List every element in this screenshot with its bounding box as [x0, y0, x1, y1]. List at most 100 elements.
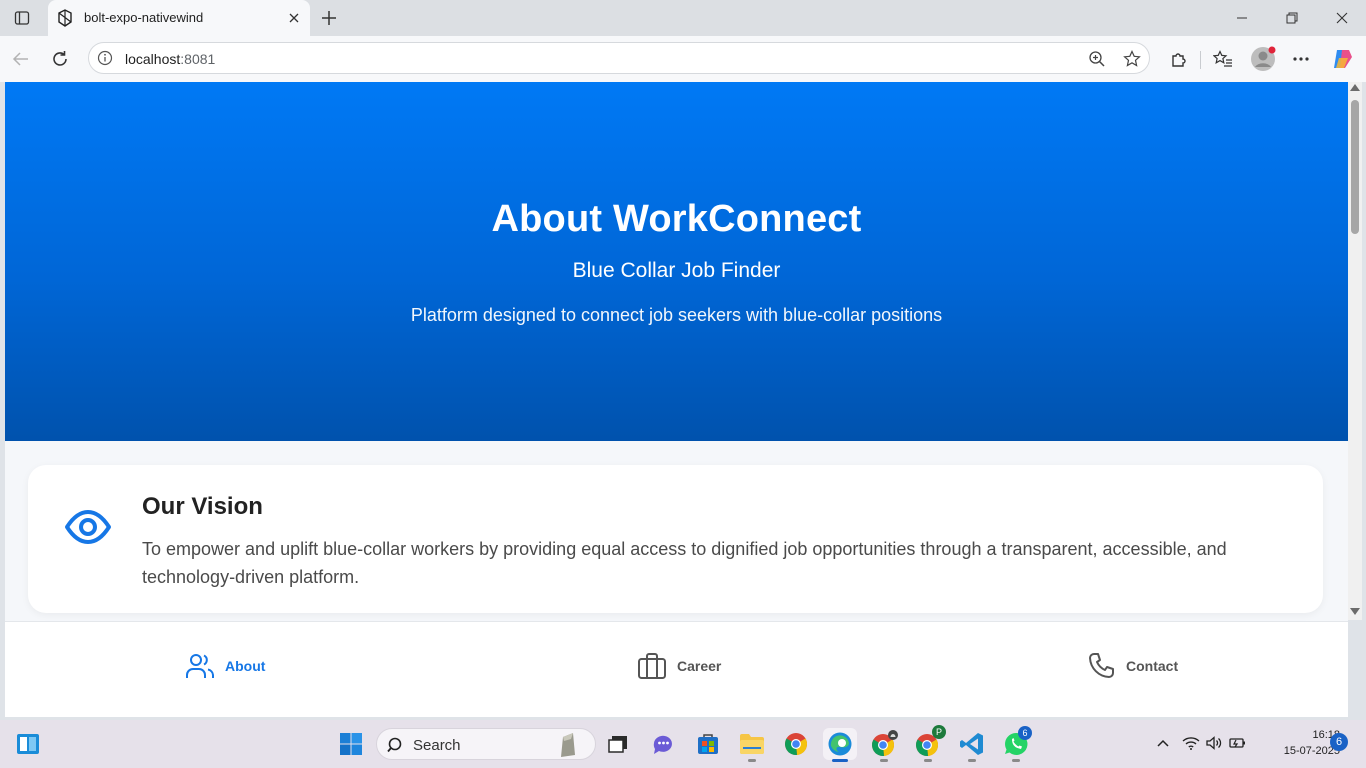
hero-subtitle: Blue Collar Job Finder	[572, 259, 781, 282]
chevron-up-icon	[1157, 739, 1169, 747]
wifi-icon	[1182, 737, 1200, 750]
avatar	[1251, 46, 1276, 71]
more-menu-button[interactable]	[1287, 45, 1315, 73]
file-explorer-button[interactable]	[736, 728, 768, 760]
page-scrollbar[interactable]	[1348, 82, 1362, 620]
favorite-star-icon[interactable]	[1121, 48, 1143, 70]
store-button[interactable]	[692, 728, 724, 760]
tab-career-label: Career	[677, 658, 722, 674]
eye-icon	[64, 503, 112, 551]
favorites-list-icon	[1213, 50, 1232, 67]
restore-icon	[1286, 12, 1298, 24]
tab-career[interactable]: Career	[637, 650, 721, 682]
browser-tab[interactable]: bolt-expo-nativewind	[48, 0, 310, 37]
running-indicator	[1012, 759, 1020, 762]
minimize-icon	[1237, 17, 1247, 19]
address-bar[interactable]: localhost:8081	[88, 42, 1150, 74]
reload-button[interactable]	[46, 45, 74, 73]
hero-banner: About WorkConnect Blue Collar Job Finder…	[5, 82, 1348, 441]
tab-strip: bolt-expo-nativewind	[0, 0, 1366, 37]
scroll-thumb[interactable]	[1351, 100, 1359, 234]
vscode-button[interactable]	[956, 728, 988, 760]
ellipsis-icon	[1293, 57, 1309, 61]
volume-button[interactable]	[1203, 732, 1225, 754]
whatsapp-button[interactable]: 6	[1000, 726, 1032, 760]
profile-letter-badge: P	[932, 725, 946, 739]
toolbar: localhost:8081	[0, 36, 1366, 82]
vision-card: Our Vision To empower and uplift blue-co…	[28, 465, 1323, 613]
minimize-button[interactable]	[1222, 4, 1262, 32]
vision-title: Our Vision	[142, 493, 263, 520]
url-text[interactable]: localhost:8081	[125, 51, 215, 67]
puzzle-icon	[1172, 53, 1186, 67]
vision-text: To empower and uplift blue-collar worker…	[142, 539, 1227, 587]
extensions-button[interactable]	[1165, 45, 1193, 73]
running-indicator	[880, 759, 888, 762]
taskview-icon	[608, 736, 627, 753]
chrome-icon	[784, 733, 808, 756]
taskview-button[interactable]	[602, 728, 634, 760]
search-highlight-icon	[561, 733, 575, 757]
favorites-button[interactable]	[1209, 45, 1237, 73]
tab-actions-icon	[14, 11, 30, 25]
widgets-icon	[17, 734, 39, 754]
tab-about[interactable]: About	[185, 650, 265, 682]
profile-button[interactable]	[1249, 45, 1277, 73]
back-button[interactable]	[7, 45, 35, 73]
hero-description: Platform designed to connect job seekers…	[410, 305, 943, 325]
tray-overflow-button[interactable]	[1152, 732, 1174, 754]
battery-icon	[1229, 738, 1245, 748]
chat-icon	[653, 735, 672, 754]
folder-icon	[740, 734, 764, 754]
phone-icon	[1089, 653, 1114, 678]
tab-contact-label: Contact	[1126, 658, 1179, 674]
taskbar-search[interactable]: Search	[376, 728, 596, 760]
url-port: :8081	[180, 51, 216, 67]
copilot-icon	[1334, 50, 1352, 68]
wifi-button[interactable]	[1180, 732, 1202, 754]
bottom-tab-bar: About Career Contact	[5, 621, 1348, 717]
whatsapp-badge: 6	[1018, 726, 1032, 740]
page-viewport: About WorkConnect Blue Collar Job Finder…	[5, 82, 1348, 717]
clock-date[interactable]: 15-07-2025	[1256, 745, 1340, 757]
chrome-profile-icon	[871, 730, 898, 757]
start-button[interactable]	[335, 728, 367, 760]
windows-logo-icon	[340, 733, 362, 755]
users-icon	[186, 654, 214, 678]
notification-badge[interactable]: 6	[1330, 733, 1348, 751]
edge-button[interactable]	[823, 728, 857, 760]
bolt-favicon-icon	[56, 9, 74, 27]
briefcase-icon	[638, 653, 666, 679]
teams-chat-button[interactable]	[647, 728, 679, 760]
tab-contact[interactable]: Contact	[1086, 650, 1178, 682]
tab-close-icon[interactable]	[286, 10, 302, 26]
scroll-down-icon[interactable]	[1350, 608, 1360, 615]
running-indicator	[968, 759, 976, 762]
widgets-button[interactable]	[12, 728, 44, 760]
chrome-profile-p-button[interactable]: P	[912, 725, 946, 760]
running-indicator	[748, 759, 756, 762]
plus-icon	[322, 11, 336, 25]
chrome-button[interactable]	[780, 728, 812, 760]
search-icon	[387, 737, 402, 753]
restore-button[interactable]	[1272, 4, 1312, 32]
edge-icon	[828, 732, 852, 756]
tab-about-label: About	[225, 658, 266, 674]
zoom-icon[interactable]	[1086, 48, 1108, 70]
store-icon	[698, 734, 718, 754]
chrome-profile-button[interactable]	[868, 728, 900, 760]
reload-icon	[53, 51, 67, 66]
toolbar-divider	[1200, 51, 1201, 69]
scroll-up-icon[interactable]	[1350, 84, 1360, 91]
speaker-icon	[1206, 736, 1222, 750]
close-window-button[interactable]	[1322, 4, 1362, 32]
battery-button[interactable]	[1227, 732, 1249, 754]
copilot-button[interactable]	[1329, 45, 1357, 73]
site-info-icon[interactable]	[97, 50, 113, 66]
active-app-indicator	[832, 759, 848, 762]
tab-actions-button[interactable]	[8, 6, 36, 30]
back-arrow-icon	[12, 52, 28, 66]
new-tab-button[interactable]	[316, 6, 342, 30]
vscode-icon	[960, 733, 983, 755]
close-icon	[1336, 12, 1348, 24]
